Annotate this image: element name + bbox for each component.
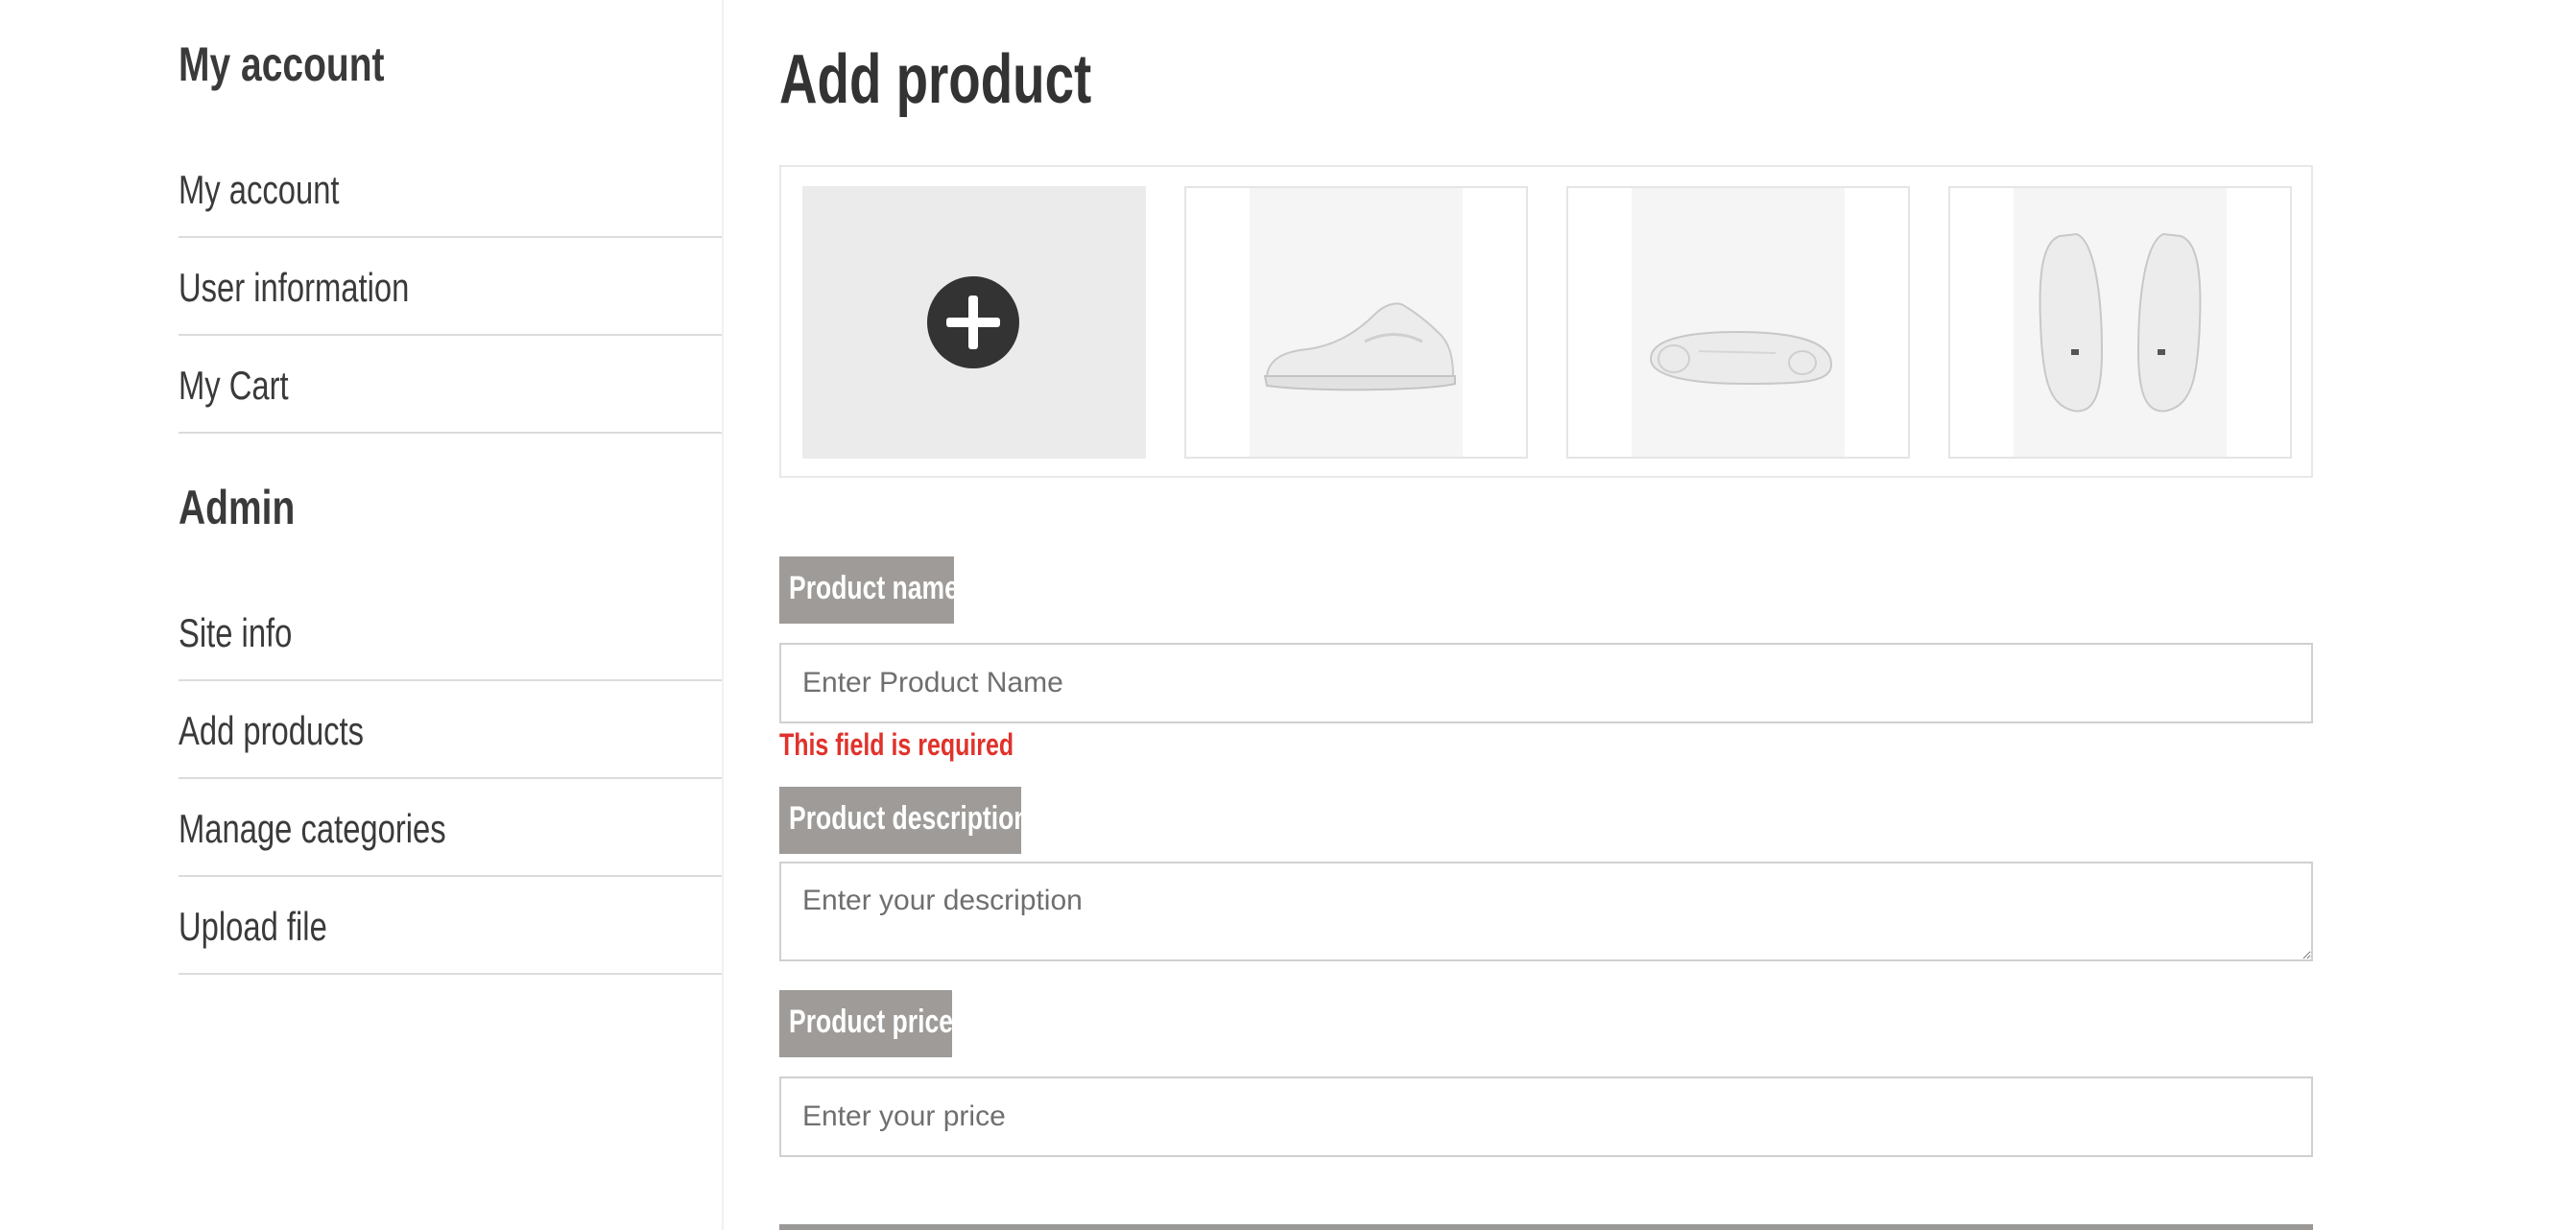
product-price-input[interactable] [779, 1076, 2313, 1157]
sidebar-item-manage-categories[interactable]: Manage categories [179, 779, 722, 877]
form-divider [779, 1224, 2313, 1230]
product-price-label-text: Product price [789, 1004, 953, 1040]
add-image-button[interactable] [802, 186, 1146, 459]
sneaker-top-icon [2039, 232, 2202, 413]
product-description-textarea[interactable] [779, 862, 2313, 961]
sidebar-item-upload-file[interactable]: Upload file [179, 877, 722, 975]
product-name-label-text: Product name [789, 570, 959, 606]
sidebar: My account My account User information M… [0, 0, 724, 1230]
sidebar-item-label: Site info [179, 610, 293, 655]
sidebar-item-label: Upload file [179, 904, 327, 949]
sidebar-item-my-cart[interactable]: My Cart [179, 336, 722, 434]
sidebar-item-label: My Cart [179, 363, 289, 408]
sidebar-item-label: Manage categories [179, 806, 446, 851]
sidebar-item-label: Add products [179, 708, 365, 753]
sidebar-item-label: User information [179, 265, 410, 310]
product-image-thumbnail[interactable] [1566, 186, 1910, 459]
sidebar-heading-my-account: My account [179, 37, 385, 91]
sidebar-item-my-account[interactable]: My account [179, 140, 722, 238]
sidebar-item-site-info[interactable]: Site info [179, 583, 722, 681]
sneaker-sole-icon [1649, 330, 1833, 386]
sneaker-top-view-image [2014, 188, 2227, 457]
plus-circle-icon [927, 276, 1019, 368]
product-name-error: This field is required [779, 727, 1014, 762]
product-description-label: Product description [779, 787, 1029, 854]
product-name-label: Product name [779, 556, 959, 624]
sidebar-item-user-information[interactable]: User information [179, 238, 722, 336]
image-gallery [779, 165, 2313, 478]
sidebar-heading-admin: Admin [179, 481, 296, 534]
product-price-label: Product price [779, 990, 953, 1057]
product-description-label-text: Product description [789, 800, 1030, 837]
sneaker-side-view-image [1250, 188, 1463, 457]
product-name-input[interactable] [779, 643, 2313, 723]
page-title: Add product [779, 41, 1092, 118]
product-image-thumbnail[interactable] [1948, 186, 2292, 459]
sneaker-side-icon [1263, 302, 1456, 391]
sneaker-sole-view-image [1632, 188, 1845, 457]
sidebar-item-add-products[interactable]: Add products [179, 681, 722, 779]
sidebar-item-label: My account [179, 167, 340, 212]
product-image-thumbnail[interactable] [1184, 186, 1528, 459]
